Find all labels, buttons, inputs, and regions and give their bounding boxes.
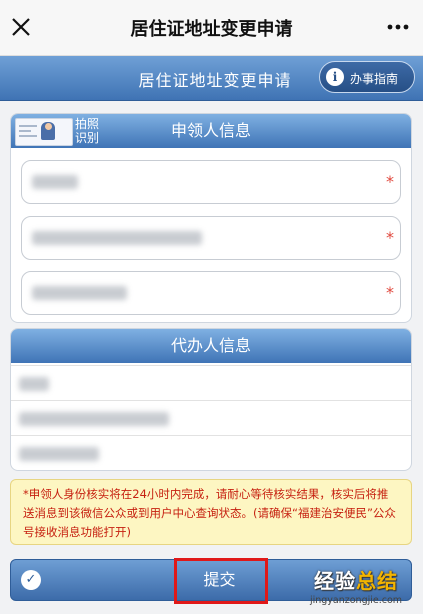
agent-id-field[interactable] — [11, 400, 411, 435]
applicant-phone-field[interactable]: * — [21, 271, 401, 315]
required-mark: * — [386, 172, 394, 191]
page-title: 居住证地址变更申请 — [130, 19, 293, 40]
more-icon[interactable] — [387, 24, 409, 30]
applicant-card: 拍照识别 申领人信息 * * * — [10, 113, 412, 323]
checkmark-icon[interactable]: ✓ — [21, 570, 41, 590]
top-nav-bar: 居住证地址变更申请 — [0, 0, 423, 56]
applicant-card-title: 申领人信息 — [170, 121, 251, 140]
photo-scan-button[interactable]: 拍照识别 — [15, 116, 105, 146]
agent-card-header: 代办人信息 — [11, 329, 411, 363]
photo-scan-label: 拍照识别 — [75, 117, 100, 145]
agent-name-field[interactable] — [11, 365, 411, 400]
app-header: 居住证地址变更申请 i 办事指南 — [0, 56, 423, 101]
agent-card: 代办人信息 — [10, 328, 412, 471]
applicant-name-field[interactable]: * — [21, 160, 401, 204]
watermark-prefix: 经验 — [314, 569, 356, 593]
watermark: 经验总结 jingyanzongjie.com — [292, 565, 420, 606]
required-mark: * — [386, 228, 394, 247]
applicant-card-header: 拍照识别 申领人信息 — [11, 114, 411, 148]
watermark-suffix: 总结 — [356, 569, 398, 593]
required-mark: * — [386, 283, 394, 302]
id-card-icon — [15, 118, 73, 146]
agent-phone-field[interactable] — [11, 435, 411, 470]
applicant-id-field[interactable]: * — [21, 216, 401, 260]
highlight-box — [174, 558, 268, 604]
guide-button[interactable]: i 办事指南 — [319, 61, 415, 93]
header-title: 居住证地址变更申请 — [138, 71, 292, 90]
info-icon: i — [326, 68, 344, 86]
watermark-url: jingyanzongjie.com — [309, 595, 403, 606]
notice-text: *申领人身份核实将在24小时内完成，请耐心等待核实结果，核实后将推送消息到该微信… — [10, 479, 412, 545]
agent-card-title: 代办人信息 — [170, 336, 251, 355]
guide-button-label: 办事指南 — [350, 72, 399, 86]
